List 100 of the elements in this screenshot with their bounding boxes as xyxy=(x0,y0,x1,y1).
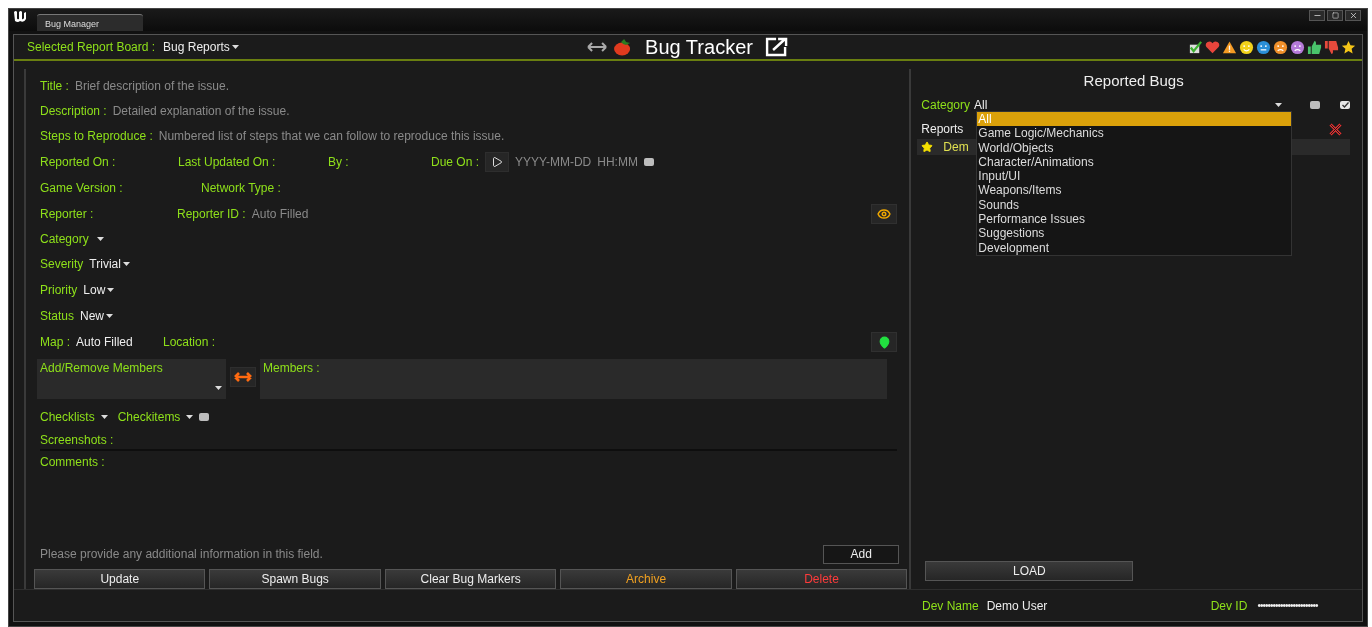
field-label: Comments : xyxy=(40,455,105,469)
field-label: Location : xyxy=(163,335,216,349)
caret-icon xyxy=(106,314,114,318)
members-select[interactable]: Add/Remove Members xyxy=(37,359,226,399)
external-link-icon[interactable] xyxy=(764,37,789,57)
menu-item[interactable]: Character/Animations xyxy=(977,154,1292,170)
field-value: Auto Filled xyxy=(76,335,133,349)
field-label: Title : xyxy=(40,78,69,93)
dropdown[interactable]: Trivial xyxy=(89,257,130,271)
check-icon[interactable] xyxy=(1188,39,1203,55)
menu-item[interactable]: Development xyxy=(977,240,1292,255)
thumbs-up-icon[interactable] xyxy=(1307,39,1322,55)
field-label: Last Updated On : xyxy=(178,154,276,169)
field-label: Priority xyxy=(40,283,78,297)
field-label: Description : xyxy=(40,103,107,118)
map-pin-button[interactable] xyxy=(871,332,898,352)
caret-icon xyxy=(96,237,104,241)
field-label: Severity xyxy=(40,257,84,271)
dropdown[interactable]: New xyxy=(80,309,114,323)
double-arrow-icon xyxy=(234,372,252,382)
menu-item[interactable]: Input/UI xyxy=(977,169,1292,184)
text-input[interactable]: Detailed explanation of the issue. xyxy=(112,103,290,118)
field-label: Due On : xyxy=(431,154,480,169)
neutral-face-icon[interactable] xyxy=(1256,39,1271,55)
text-input[interactable]: Numbered list of steps that we can follow to reproduce this issue. xyxy=(158,128,505,143)
warning-icon[interactable] xyxy=(1222,39,1237,55)
dropdown[interactable]: Low xyxy=(83,283,115,297)
board-dropdown[interactable]: Bug Reports xyxy=(163,40,239,54)
action-button[interactable]: Delete xyxy=(735,569,908,589)
field-value: Demo User xyxy=(986,598,1049,613)
app-title: Bug Tracker xyxy=(645,35,753,59)
window-tab[interactable]: Bug Manager xyxy=(37,14,143,31)
caret-icon xyxy=(107,288,115,292)
field-label: Checklists xyxy=(40,410,95,424)
menu-item[interactable]: Game Logic/Mechanics xyxy=(977,126,1292,141)
members-field[interactable]: Members : xyxy=(260,359,888,399)
action-button[interactable]: Update xyxy=(34,569,206,589)
checkbox[interactable] xyxy=(1340,101,1350,109)
minimize-button[interactable] xyxy=(1309,10,1325,21)
panel-title: Reported Bugs xyxy=(1082,71,1185,91)
thumbs-down-icon[interactable] xyxy=(1324,39,1339,55)
field-label: Reported On : xyxy=(40,154,116,169)
category-dropdown[interactable]: All xyxy=(970,98,1288,112)
checkbox[interactable] xyxy=(199,413,210,421)
dropdown[interactable] xyxy=(96,237,104,241)
field-label: By : xyxy=(328,154,349,169)
field-label: Game Version : xyxy=(40,181,123,195)
field-label: Checkitems xyxy=(117,410,181,424)
time-input[interactable]: HH:MM xyxy=(597,154,638,169)
delete-icon[interactable] xyxy=(1329,122,1342,136)
text-input[interactable]: Brief description of the issue. xyxy=(74,78,229,93)
load-button[interactable]: LOAD xyxy=(925,561,1134,581)
field-label: Screenshots : xyxy=(40,433,114,447)
map-pin-icon xyxy=(877,335,891,349)
menu-item[interactable]: Suggestions xyxy=(977,226,1292,241)
smiley-icon[interactable] xyxy=(1239,39,1254,55)
close-button[interactable] xyxy=(1345,10,1361,21)
double-arrow-icon[interactable] xyxy=(587,42,608,52)
action-button[interactable]: Spawn Bugs xyxy=(209,569,381,589)
caret-icon xyxy=(122,262,130,266)
field-label: Reports xyxy=(921,122,964,136)
checkbox[interactable] xyxy=(643,157,654,166)
field-label: Category xyxy=(921,98,970,112)
caret-icon xyxy=(100,415,108,419)
caret-icon xyxy=(1275,103,1282,107)
action-button[interactable]: Clear Bug Markers xyxy=(384,569,557,589)
field-value: Auto Filled xyxy=(251,207,309,221)
field-label: Dev Name xyxy=(922,598,979,613)
password-field[interactable]: •••••••••••••••••••••••• xyxy=(1257,600,1318,611)
sad-face-icon[interactable] xyxy=(1290,39,1305,55)
eye-button[interactable] xyxy=(871,204,898,224)
frown-icon[interactable] xyxy=(1273,39,1288,55)
date-input[interactable]: YYYY-MM-DD xyxy=(515,154,592,169)
menu-item[interactable]: World/Objects xyxy=(977,140,1292,155)
menu-item[interactable]: Performance Issues xyxy=(977,212,1292,227)
caret-icon xyxy=(231,45,239,49)
action-button[interactable]: Archive xyxy=(560,569,732,589)
field-label: Dev ID xyxy=(1210,598,1248,613)
menu-item[interactable]: Weapons/Items xyxy=(977,183,1292,198)
field-label: Status xyxy=(40,309,75,323)
close-icon xyxy=(1348,11,1358,20)
field-label: Network Type : xyxy=(201,181,281,195)
add-button[interactable]: Add xyxy=(823,544,900,564)
eye-icon xyxy=(877,207,892,221)
field-label: Category xyxy=(40,232,89,246)
field-label: Reporter ID : xyxy=(177,207,246,221)
play-button[interactable] xyxy=(485,151,510,172)
caret-icon xyxy=(186,415,194,419)
swap-button[interactable] xyxy=(230,367,256,387)
maximize-icon xyxy=(1331,12,1339,19)
engine-logo-icon xyxy=(13,10,27,25)
caret-icon xyxy=(215,386,222,390)
board-label: Selected Report Board : xyxy=(27,40,156,54)
menu-item[interactable]: Sounds xyxy=(977,197,1292,213)
field-label: Steps to Reproduce : xyxy=(40,128,153,143)
star-icon[interactable] xyxy=(1341,39,1356,55)
comment-input[interactable]: Please provide any additional information in this field. xyxy=(40,547,323,561)
checkbox[interactable] xyxy=(1310,101,1320,109)
heart-icon[interactable] xyxy=(1205,39,1220,55)
field-label: Reporter : xyxy=(40,207,94,221)
